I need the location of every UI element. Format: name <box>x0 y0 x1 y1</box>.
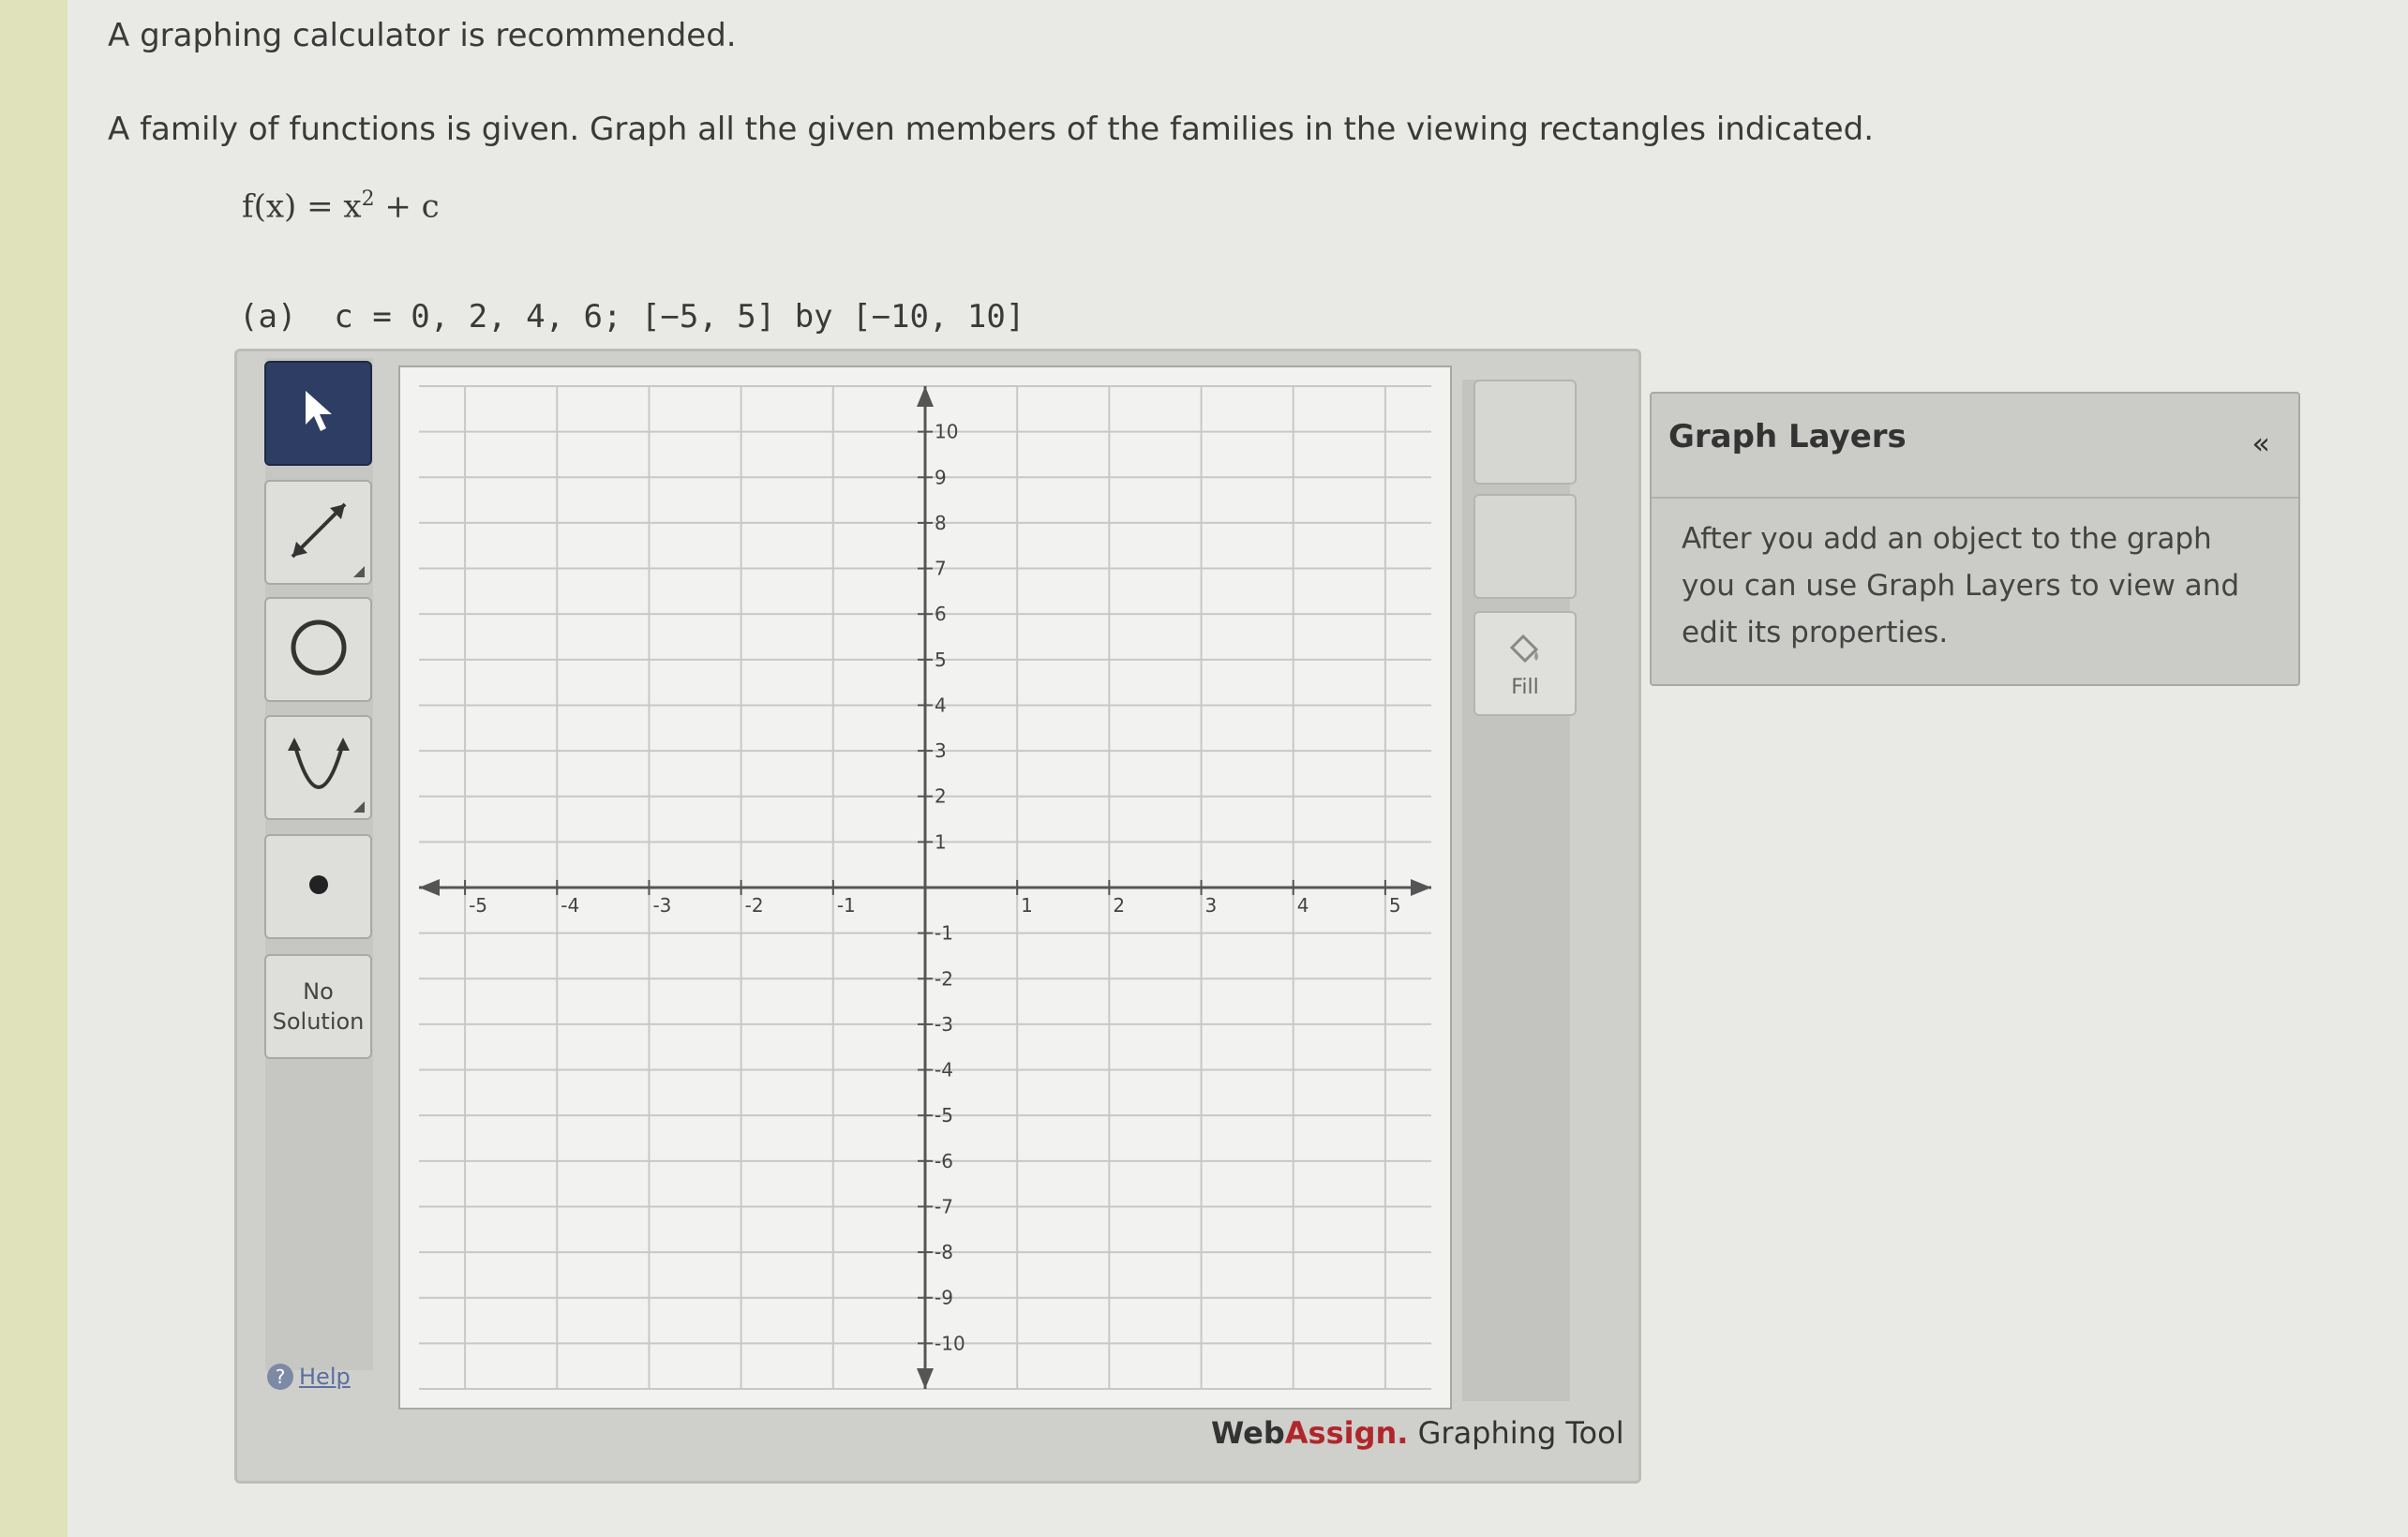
webassign-brand: WebAssign. Graphing Tool <box>1211 1415 1624 1451</box>
graph-layers-title: Graph Layers <box>1668 418 1907 455</box>
line-tool-button[interactable] <box>264 480 372 585</box>
y-tick-label: 2 <box>935 785 947 808</box>
x-tick-label: 3 <box>1205 894 1218 917</box>
circle-icon <box>286 615 351 684</box>
function-lhs: f(x) = x <box>242 187 362 226</box>
point-icon <box>305 871 333 903</box>
line-segment-icon <box>281 493 356 572</box>
collapse-icon[interactable]: « <box>2251 425 2270 461</box>
side-tool-button-1[interactable] <box>1473 380 1577 485</box>
y-axis-arrow-down <box>917 1368 934 1389</box>
no-solution-line1: No <box>303 978 334 1005</box>
no-solution-button[interactable]: No Solution <box>264 954 372 1059</box>
parabola-tool-button[interactable] <box>264 715 372 820</box>
pointer-tool-button[interactable] <box>264 361 372 466</box>
part-a-label: (a) <box>239 298 297 336</box>
y-tick-label: -3 <box>935 1013 953 1036</box>
function-rhs: + c <box>374 187 440 226</box>
y-tick-label: -2 <box>935 967 953 990</box>
y-tick-label: -6 <box>935 1150 953 1172</box>
x-axis-arrow-right <box>1411 879 1431 896</box>
side-tool-button-2[interactable] <box>1473 494 1577 599</box>
parabola-tool-more-icon <box>353 801 365 813</box>
y-tick-label: 8 <box>935 512 947 534</box>
help-icon: ? <box>267 1364 293 1390</box>
x-tick-label: -4 <box>561 894 579 917</box>
x-tick-label: 1 <box>1021 894 1033 917</box>
function-exponent: 2 <box>361 187 375 211</box>
y-tick-label: -10 <box>935 1332 965 1354</box>
circle-tool-button[interactable] <box>264 597 372 702</box>
left-strip <box>0 0 67 1537</box>
no-solution-line2: Solution <box>272 1008 365 1035</box>
y-tick-label: 5 <box>935 649 947 671</box>
x-tick-label: 5 <box>1389 894 1401 917</box>
x-tick-label: -5 <box>469 894 487 917</box>
y-tick-label: -4 <box>935 1059 953 1082</box>
brand-web: Web <box>1211 1415 1285 1451</box>
y-tick-label: -7 <box>935 1195 953 1217</box>
graph-layers-panel: Graph Layers « After you add an object t… <box>1650 392 2300 686</box>
graph-layers-message: After you add an object to the graph you… <box>1682 522 2239 649</box>
brand-assign: Assign. <box>1284 1415 1409 1451</box>
paint-bucket-icon <box>1506 629 1544 670</box>
point-tool-button[interactable] <box>264 834 372 939</box>
brand-rest: Graphing Tool <box>1408 1415 1624 1451</box>
y-tick-label: -9 <box>935 1287 953 1309</box>
x-tick-label: -1 <box>837 894 856 917</box>
question-text: A family of functions is given. Graph al… <box>108 111 1875 148</box>
x-axis-arrow-left <box>419 879 440 896</box>
x-tick-label: -2 <box>745 894 764 917</box>
y-tick-label: 10 <box>935 421 958 443</box>
y-tick-label: 4 <box>935 694 947 716</box>
function-formula: f(x) = x2 + c <box>242 187 440 225</box>
y-axis-arrow-up <box>917 386 934 407</box>
y-tick-label: -5 <box>935 1104 953 1127</box>
y-tick-label: 7 <box>935 558 947 580</box>
y-tick-label: -8 <box>935 1241 953 1263</box>
graph-layers-header: Graph Layers « <box>1652 394 2298 499</box>
fill-label: Fill <box>1511 675 1539 699</box>
graph-svg[interactable]: -5 -4 -3 -2 -1 1 2 3 4 5 10 9 8 7 6 5 4 3 2 1 -1 -2 -3 -4 -5 -6 -7… <box>400 367 1450 1408</box>
parabola-icon <box>281 728 356 807</box>
x-tick-label: 4 <box>1297 894 1309 917</box>
part-a: (a) c = 0, 2, 4, 6; [−5, 5] by [−10, 10] <box>239 298 1025 336</box>
no-solution-label: No Solution <box>273 977 365 1037</box>
y-tick-label: 3 <box>935 739 947 762</box>
part-a-text: c = 0, 2, 4, 6; [−5, 5] by [−10, 10] <box>334 298 1025 336</box>
graph-canvas[interactable]: -5 -4 -3 -2 -1 1 2 3 4 5 10 9 8 7 6 5 4 3 2 1 -1 -2 -3 -4 -5 -6 -7… <box>398 366 1452 1410</box>
line-tool-more-icon <box>353 566 365 577</box>
y-tick-label: -1 <box>935 922 953 945</box>
y-tick-label: 9 <box>935 466 947 488</box>
y-tick-label: 1 <box>935 830 947 853</box>
y-tick-label: 6 <box>935 603 947 625</box>
x-tick-label: -3 <box>652 894 671 917</box>
x-tick-label: 2 <box>1113 894 1125 917</box>
help-link[interactable]: ? Help <box>267 1364 351 1390</box>
intro-text: A graphing calculator is recommended. <box>108 17 737 54</box>
help-label: Help <box>299 1364 351 1390</box>
pointer-arrow-icon <box>298 387 339 440</box>
fill-button[interactable]: Fill <box>1473 611 1577 716</box>
